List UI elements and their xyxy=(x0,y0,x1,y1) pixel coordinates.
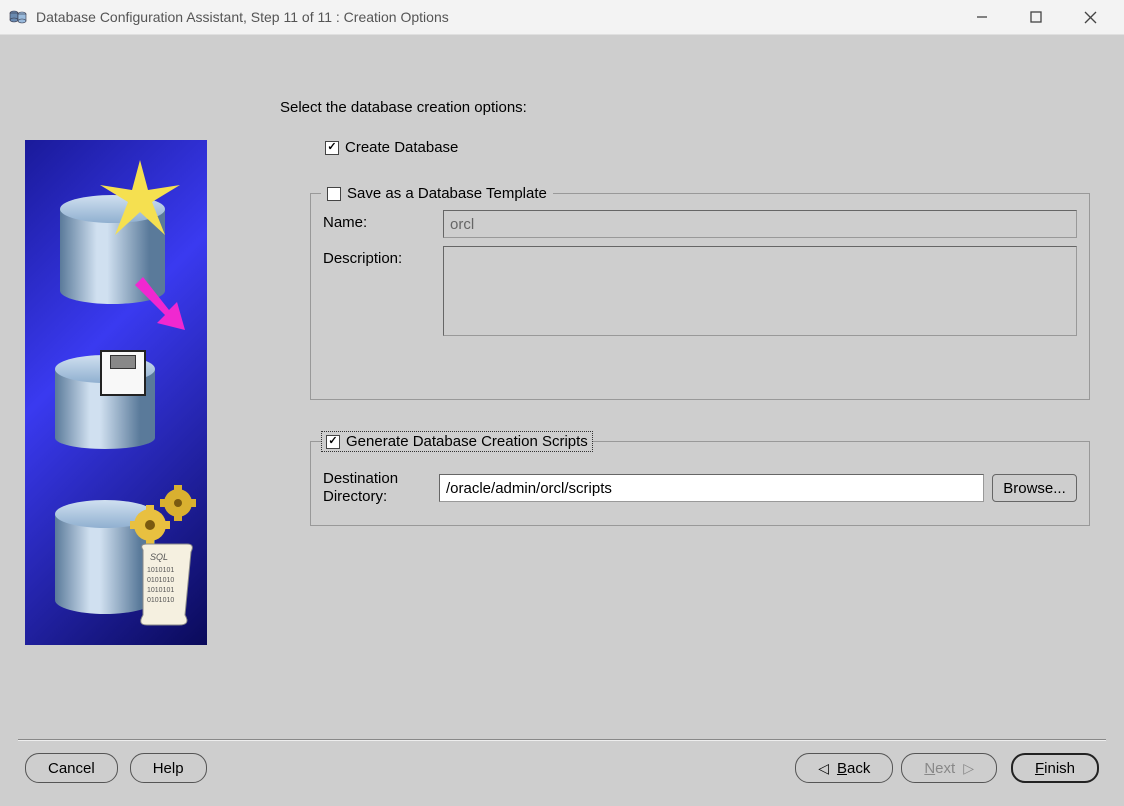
chevron-right-icon: ▷ xyxy=(963,760,974,777)
window-controls xyxy=(964,3,1108,31)
chevron-left-icon: ◁ xyxy=(818,760,829,777)
svg-text:0101010: 0101010 xyxy=(147,597,174,604)
cancel-button[interactable]: Cancel xyxy=(25,753,118,783)
script-scroll-icon: SQL 1010101 0101010 1010101 0101010 xyxy=(135,540,200,630)
dest-directory-input[interactable] xyxy=(439,474,984,502)
gears-icon xyxy=(130,485,207,545)
create-database-checkbox[interactable] xyxy=(325,141,339,155)
save-template-group: Save as a Database Template Name: Descri… xyxy=(310,185,1090,400)
minimize-button[interactable] xyxy=(964,3,1000,31)
generate-scripts-checkbox[interactable] xyxy=(326,435,340,449)
button-bar: Cancel Help ◁ Back Next ▷ Finish xyxy=(0,748,1124,788)
window-title: Database Configuration Assistant, Step 1… xyxy=(36,9,964,25)
next-button: Next ▷ xyxy=(901,753,997,783)
generate-scripts-group: Generate Database Creation Scripts Desti… xyxy=(310,431,1090,526)
template-name-input[interactable] xyxy=(443,210,1077,238)
svg-text:1010101: 1010101 xyxy=(147,587,174,594)
generate-scripts-label: Generate Database Creation Scripts xyxy=(346,433,588,450)
content-area: SQL 1010101 0101010 1010101 0101010 Sele… xyxy=(0,35,1124,806)
app-icon xyxy=(8,7,28,27)
wizard-illustration: SQL 1010101 0101010 1010101 0101010 xyxy=(25,140,207,645)
titlebar: Database Configuration Assistant, Step 1… xyxy=(0,0,1124,35)
star-icon xyxy=(100,160,180,240)
separator xyxy=(18,739,1106,741)
create-database-label: Create Database xyxy=(345,139,458,156)
save-template-label: Save as a Database Template xyxy=(347,185,547,202)
back-button[interactable]: ◁ Back xyxy=(795,753,893,783)
generate-scripts-legend[interactable]: Generate Database Creation Scripts xyxy=(321,431,593,452)
template-name-label: Name: xyxy=(323,210,433,231)
svg-text:0101010: 0101010 xyxy=(147,577,174,584)
page-heading: Select the database creation options: xyxy=(280,99,527,116)
close-button[interactable] xyxy=(1072,3,1108,31)
maximize-button[interactable] xyxy=(1018,3,1054,31)
svg-text:1010101: 1010101 xyxy=(147,567,174,574)
dest-directory-label: DestinationDirectory: xyxy=(323,470,431,506)
save-template-checkbox[interactable] xyxy=(327,187,341,201)
arrow-icon xyxy=(135,270,207,330)
floppy-disk-icon xyxy=(100,350,146,396)
help-button[interactable]: Help xyxy=(130,753,207,783)
template-desc-label: Description: xyxy=(323,246,433,267)
browse-button[interactable]: Browse... xyxy=(992,474,1077,502)
create-database-option[interactable]: Create Database xyxy=(325,139,458,156)
svg-text:SQL: SQL xyxy=(150,552,168,562)
finish-button[interactable]: Finish xyxy=(1011,753,1099,783)
template-desc-input[interactable] xyxy=(443,246,1077,336)
save-template-legend[interactable]: Save as a Database Template xyxy=(321,185,553,202)
window: Database Configuration Assistant, Step 1… xyxy=(0,0,1124,806)
